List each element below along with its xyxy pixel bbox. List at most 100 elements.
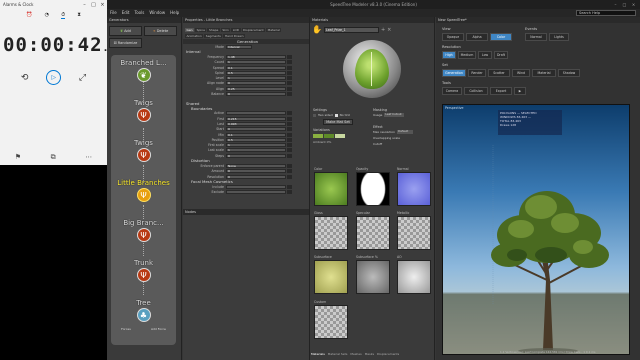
property-value-field[interactable]: 0.1: [226, 65, 286, 70]
tab-lod[interactable]: LOD: [231, 28, 241, 32]
play-button[interactable]: ▷: [46, 70, 62, 85]
curve-edit-icon[interactable]: [287, 148, 292, 153]
tab-displacement[interactable]: Displacement: [241, 28, 266, 32]
maximize-icon[interactable]: □: [89, 0, 98, 10]
node-branched-leaves[interactable]: Branched L... ❦: [111, 59, 176, 82]
curve-edit-icon[interactable]: [287, 184, 292, 189]
res-low-button[interactable]: Low: [478, 51, 492, 59]
menu-window[interactable]: Window: [149, 9, 165, 17]
curve-edit-icon[interactable]: [287, 60, 292, 65]
property-value-field[interactable]: 0.215: [226, 116, 286, 121]
tab-masks[interactable]: Masks: [365, 352, 374, 356]
play-preview-button[interactable]: ▶: [514, 87, 526, 95]
node-twigs-1[interactable]: Twigs Ψ: [111, 99, 176, 122]
property-value-field[interactable]: 0.5: [226, 70, 286, 75]
property-value-field[interactable]: 1: [226, 60, 286, 65]
max-resolution-select[interactable]: Default: [397, 130, 414, 134]
menu-help[interactable]: Help: [170, 9, 179, 17]
subsurface-pct-map-thumb[interactable]: [356, 260, 390, 294]
curve-edit-icon[interactable]: [287, 116, 292, 121]
expand-icon[interactable]: ⤢: [79, 73, 86, 83]
node-tree[interactable]: Tree ♣: [111, 299, 176, 322]
flag-icon[interactable]: ⚑: [15, 153, 21, 162]
menu-tools[interactable]: Tools: [134, 9, 144, 17]
material-preview-sphere[interactable]: [343, 40, 401, 98]
curve-edit-icon[interactable]: [287, 174, 292, 179]
menu-file[interactable]: File: [110, 9, 117, 17]
res-medium-button[interactable]: Medium: [458, 51, 476, 59]
tab-materials[interactable]: Materials: [311, 352, 325, 356]
menu-edit[interactable]: Edit: [122, 9, 130, 17]
property-value-field[interactable]: 0: [226, 174, 286, 179]
view-opaque-button[interactable]: Opaque: [442, 33, 464, 41]
curve-edit-icon[interactable]: [287, 153, 292, 158]
tab-shape[interactable]: Shape: [207, 28, 220, 32]
variation-swatch[interactable]: [313, 134, 323, 138]
tab-material-sets[interactable]: Material Sets: [328, 352, 348, 356]
curve-edit-icon[interactable]: [287, 92, 292, 97]
curve-edit-icon[interactable]: [287, 169, 292, 174]
collision-button[interactable]: Collision: [464, 87, 488, 95]
curve-edit-icon[interactable]: [287, 190, 292, 195]
specular-map-thumb[interactable]: [356, 216, 390, 250]
view-alpha-button[interactable]: Alpha: [466, 33, 488, 41]
property-value-field[interactable]: 0: [226, 169, 286, 174]
property-value-field[interactable]: 0: [226, 92, 286, 97]
camera-button[interactable]: Camera: [442, 87, 462, 95]
randomize-button[interactable]: ⚄ Randomize: [109, 38, 142, 48]
property-value-field[interactable]: None: [226, 163, 286, 168]
tab-segments[interactable]: Segments: [204, 34, 223, 38]
property-value-field[interactable]: [226, 184, 286, 189]
gloss-map-thumb[interactable]: [314, 216, 348, 250]
view-color-button[interactable]: Color: [490, 33, 512, 41]
curve-edit-icon[interactable]: [287, 70, 292, 75]
property-value-field[interactable]: [226, 190, 286, 195]
res-high-button[interactable]: High: [442, 51, 456, 59]
view-normal-button[interactable]: Normal: [525, 33, 547, 41]
copy-icon[interactable]: ⧉: [51, 153, 56, 162]
curve-edit-icon[interactable]: [287, 127, 292, 132]
node-twigs-2[interactable]: Twigs Ψ: [111, 139, 176, 162]
curve-edit-icon[interactable]: [287, 54, 292, 59]
property-value-field[interactable]: 1: [226, 143, 286, 148]
more-icon[interactable]: ⋯: [85, 153, 92, 162]
property-value-field[interactable]: 1: [226, 76, 286, 81]
property-value-field[interactable]: 0: [226, 127, 286, 132]
normal-map-thumb[interactable]: [397, 172, 431, 206]
tab-spine[interactable]: Spine: [195, 28, 207, 32]
curve-edit-icon[interactable]: [287, 121, 292, 126]
set-shadow-button[interactable]: Shadow: [558, 69, 580, 77]
close-icon[interactable]: ×: [98, 0, 107, 10]
tab-skin[interactable]: Skin: [220, 28, 231, 32]
3d-viewport[interactable]: Perspective: [442, 104, 630, 355]
res-draft-button[interactable]: Draft: [494, 51, 508, 59]
reset-icon[interactable]: ⟲: [21, 73, 29, 83]
set-generation-button[interactable]: Generation: [442, 69, 466, 77]
tab-gen[interactable]: Gen: [185, 28, 195, 32]
tab-meshes[interactable]: Meshes: [350, 352, 361, 356]
delete-material-icon[interactable]: ×: [387, 27, 391, 33]
tab-stopwatch-icon[interactable]: ⏱: [61, 12, 66, 19]
add-force-button[interactable]: Add Force: [151, 327, 166, 331]
forces-button[interactable]: Forces: [121, 327, 131, 331]
tab-timer-icon[interactable]: ⧗: [77, 12, 81, 18]
node-trunk[interactable]: Trunk Ψ: [111, 259, 176, 282]
tab-hand-drawn[interactable]: Hand Drawn: [223, 34, 245, 38]
make-mat-set-button[interactable]: Make Mat Set: [323, 119, 353, 125]
view-lights-button[interactable]: Lights: [549, 33, 569, 41]
hand-icon[interactable]: ✋: [312, 25, 322, 34]
curve-edit-icon[interactable]: [287, 111, 292, 116]
variation-swatch[interactable]: [335, 134, 345, 138]
ao-map-thumb[interactable]: [397, 260, 431, 294]
curve-edit-icon[interactable]: [287, 76, 292, 81]
property-value-field[interactable]: 0.1: [226, 132, 286, 137]
property-value-field[interactable]: 1: [226, 148, 286, 153]
curve-edit-icon[interactable]: [287, 86, 292, 91]
leaf-cutout-select[interactable]: Leaf Cutout: [384, 113, 405, 117]
custom-map-thumb[interactable]: [314, 305, 348, 339]
color-map-thumb[interactable]: [314, 172, 348, 206]
variation-swatch[interactable]: [324, 134, 334, 138]
tab-material[interactable]: Material: [266, 28, 282, 32]
curve-edit-icon[interactable]: [287, 65, 292, 70]
minimize-icon[interactable]: –: [80, 0, 89, 10]
